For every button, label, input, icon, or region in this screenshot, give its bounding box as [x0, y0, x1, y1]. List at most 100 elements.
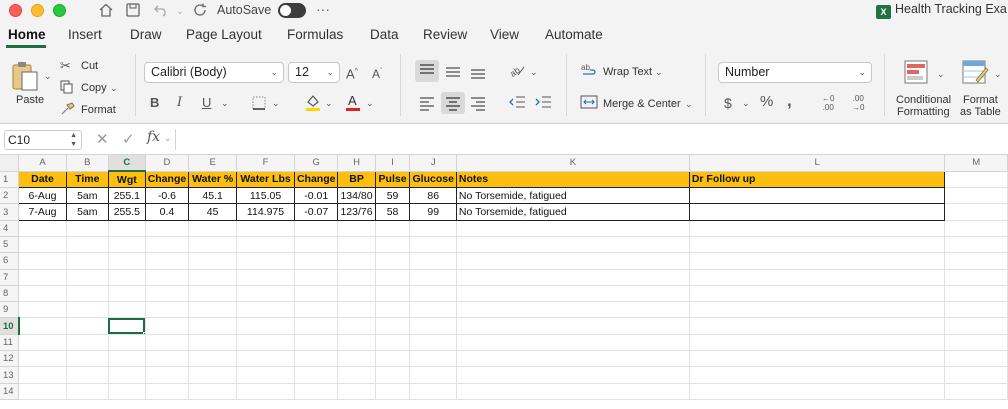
- tab-formulas[interactable]: Formulas: [287, 27, 343, 42]
- cell-c11[interactable]: [108, 334, 146, 352]
- increase-font-size-icon[interactable]: A^: [346, 64, 358, 82]
- cell-g12[interactable]: [294, 350, 339, 368]
- cell-b12[interactable]: [66, 350, 109, 368]
- font-name-select[interactable]: Calibri (Body) ⌄: [144, 62, 284, 83]
- cut-label[interactable]: Cut: [81, 60, 98, 72]
- close-window-button[interactable]: [9, 4, 22, 17]
- cell-m5[interactable]: [944, 236, 1008, 254]
- formula-input[interactable]: [175, 129, 1005, 150]
- column-header-a[interactable]: A: [18, 155, 67, 172]
- row-header-7[interactable]: 7: [0, 269, 20, 286]
- cell-l3[interactable]: [688, 203, 946, 221]
- cell-l14[interactable]: [689, 383, 946, 400]
- tab-insert[interactable]: Insert: [68, 27, 102, 42]
- column-header-h[interactable]: H: [337, 155, 376, 172]
- cell-f1[interactable]: Water Lbs: [236, 170, 295, 189]
- increase-indent-icon[interactable]: [534, 94, 552, 114]
- cell-j5[interactable]: [409, 236, 457, 254]
- cell-b2[interactable]: 5am: [65, 187, 109, 205]
- underline-icon[interactable]: U: [202, 95, 211, 111]
- font-size-select[interactable]: 12 ⌄: [288, 62, 340, 83]
- cell-h1[interactable]: BP: [337, 170, 376, 189]
- cell-j10[interactable]: [409, 317, 457, 335]
- cell-l5[interactable]: [689, 236, 946, 254]
- cell-i14[interactable]: [375, 383, 411, 400]
- cell-l1[interactable]: Dr Follow up: [688, 170, 946, 189]
- conditional-formatting-dropdown-icon[interactable]: ⌄: [937, 66, 945, 82]
- cell-i6[interactable]: [375, 252, 411, 270]
- insert-function-icon[interactable]: fx: [147, 129, 160, 145]
- cell-b7[interactable]: [66, 269, 109, 286]
- cell-e8[interactable]: [188, 285, 238, 303]
- cell-m6[interactable]: [944, 252, 1008, 270]
- align-bottom-button[interactable]: [466, 60, 490, 82]
- tab-data[interactable]: Data: [370, 27, 399, 42]
- cell-l4[interactable]: [689, 220, 946, 237]
- orientation-dropdown-icon[interactable]: ⌄: [530, 64, 538, 80]
- cell-c13[interactable]: [108, 366, 146, 384]
- cell-c4[interactable]: [108, 220, 146, 237]
- currency-icon[interactable]: $: [724, 95, 732, 111]
- cell-b8[interactable]: [66, 285, 109, 303]
- cell-j2[interactable]: 86: [409, 187, 457, 205]
- cell-b13[interactable]: [66, 366, 109, 384]
- cell-k8[interactable]: [456, 285, 690, 303]
- cell-j11[interactable]: [409, 334, 457, 352]
- cell-d13[interactable]: [145, 366, 190, 384]
- decrease-font-size-icon[interactable]: Aˇ: [372, 64, 382, 82]
- cell-f11[interactable]: [236, 334, 295, 352]
- wrap-text-icon[interactable]: ab: [580, 62, 598, 82]
- decrease-decimal-icon[interactable]: .00 →0: [852, 94, 864, 112]
- cell-f9[interactable]: [236, 301, 295, 319]
- cell-c6[interactable]: [108, 252, 146, 270]
- number-format-select[interactable]: Number ⌄: [718, 62, 872, 83]
- cell-k10[interactable]: [456, 317, 690, 335]
- underline-dropdown-icon[interactable]: ⌄: [221, 95, 229, 111]
- conditional-formatting-button[interactable]: [902, 58, 932, 88]
- cell-e7[interactable]: [188, 269, 238, 286]
- cell-b4[interactable]: [66, 220, 109, 237]
- font-color-dropdown-icon[interactable]: ⌄: [366, 95, 374, 111]
- cell-i12[interactable]: [375, 350, 411, 368]
- tab-page-layout[interactable]: Page Layout: [186, 27, 262, 42]
- zoom-window-button[interactable]: [53, 4, 66, 17]
- row-header-1[interactable]: 1: [0, 171, 20, 189]
- cell-g7[interactable]: [294, 269, 339, 286]
- cell-e2[interactable]: 45.1: [188, 187, 238, 205]
- cell-e12[interactable]: [188, 350, 238, 368]
- column-header-j[interactable]: J: [409, 155, 457, 172]
- cell-j1[interactable]: Glucose: [409, 170, 457, 189]
- cell-j14[interactable]: [409, 383, 457, 400]
- percent-icon[interactable]: %: [760, 94, 773, 110]
- merge-center-label[interactable]: Merge & Center: [603, 98, 681, 110]
- cell-j12[interactable]: [409, 350, 457, 368]
- cell-i11[interactable]: [375, 334, 411, 352]
- cell-g8[interactable]: [294, 285, 339, 303]
- column-header-g[interactable]: G: [294, 155, 339, 172]
- cell-c2[interactable]: 255.1: [107, 187, 146, 205]
- tab-view[interactable]: View: [490, 27, 519, 42]
- tab-draw[interactable]: Draw: [130, 27, 162, 42]
- row-header-3[interactable]: 3: [0, 203, 20, 221]
- cell-b11[interactable]: [66, 334, 109, 352]
- cell-d8[interactable]: [145, 285, 190, 303]
- cell-j8[interactable]: [409, 285, 457, 303]
- cell-l9[interactable]: [689, 301, 946, 319]
- cell-c3[interactable]: 255.5: [107, 203, 146, 221]
- column-header-d[interactable]: D: [145, 155, 190, 172]
- cell-c14[interactable]: [108, 383, 146, 400]
- cell-i2[interactable]: 59: [374, 187, 411, 205]
- cell-a4[interactable]: [18, 220, 67, 237]
- cell-g14[interactable]: [294, 383, 339, 400]
- row-header-14[interactable]: 14: [0, 383, 20, 400]
- cell-i5[interactable]: [375, 236, 411, 254]
- cell-b5[interactable]: [66, 236, 109, 254]
- cell-d14[interactable]: [145, 383, 190, 400]
- cell-a13[interactable]: [18, 366, 67, 384]
- copy-label[interactable]: Copy: [81, 82, 107, 94]
- cell-g5[interactable]: [294, 236, 339, 254]
- merge-center-icon[interactable]: [580, 95, 598, 113]
- decrease-indent-icon[interactable]: [508, 94, 526, 114]
- cell-l7[interactable]: [689, 269, 946, 286]
- cell-a2[interactable]: 6-Aug: [18, 187, 67, 205]
